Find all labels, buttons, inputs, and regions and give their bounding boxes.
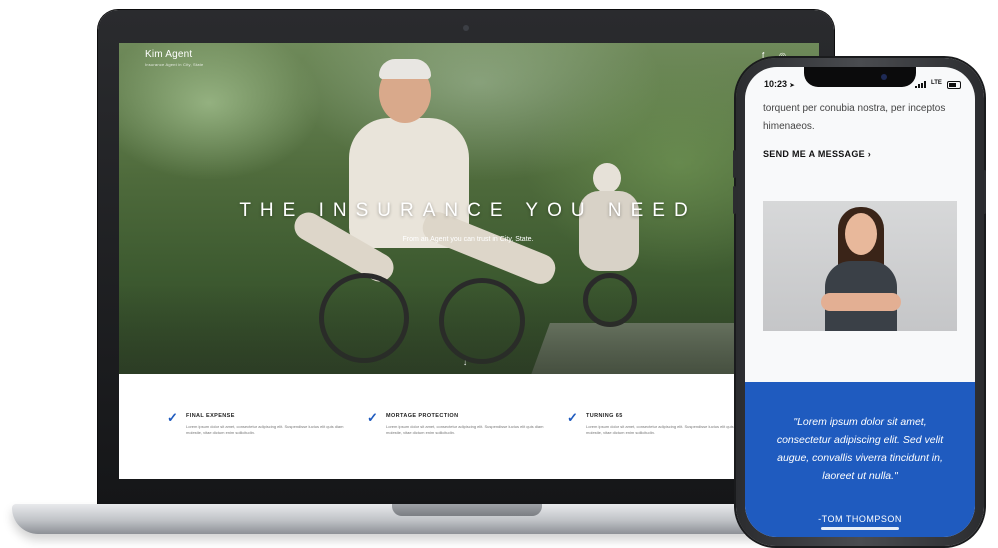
- feature-title: FINAL EXPENSE: [186, 413, 235, 419]
- hero-subtitle: From an Agent you can trust in City, Sta…: [402, 236, 534, 243]
- body-text: torquent per conubia nostra, per incepto…: [763, 103, 946, 132]
- testimonial-section: "Lorem ipsum dolor sit amet, consectetur…: [745, 382, 975, 537]
- arrow-down-icon[interactable]: ↓: [463, 358, 467, 367]
- phone-power-button: [983, 170, 986, 214]
- location-arrow-icon: ➤: [789, 83, 795, 89]
- features-section: ✓ FINAL EXPENSE Lorem ipsum dolor sit am…: [119, 374, 819, 479]
- battery-icon: [947, 81, 961, 89]
- brand-tagline: Insurance Agent in City, State: [145, 62, 204, 67]
- laptop-camera: [463, 25, 469, 31]
- laptop-screen: Kim Agent Insurance Agent in City, State…: [119, 43, 819, 479]
- laptop-notch: [392, 504, 542, 516]
- brand-name[interactable]: Kim Agent: [145, 49, 192, 60]
- feature-title: TURNING 65: [586, 413, 623, 419]
- check-icon: ✓: [367, 410, 378, 425]
- testimonial-quote: "Lorem ipsum dolor sit amet, consectetur…: [776, 416, 944, 482]
- phone-camera: [881, 74, 887, 80]
- signal-bars-icon: [915, 81, 927, 88]
- check-icon: ✓: [167, 410, 178, 425]
- hero-title: THE INSURANCE YOU NEED: [239, 200, 697, 221]
- status-time: 10:23 ➤: [764, 79, 795, 89]
- feature-description: Lorem ipsum dolor sit amet, consectetur …: [386, 424, 544, 435]
- phone-notch: [804, 67, 916, 87]
- feature-description: Lorem ipsum dolor sit amet, consectetur …: [186, 424, 344, 435]
- send-message-link[interactable]: SEND ME A MESSAGE ›: [763, 149, 871, 159]
- home-indicator[interactable]: [821, 527, 899, 530]
- hero-overlay: Kim Agent Insurance Agent in City, State…: [119, 43, 819, 374]
- feature-title: MORTAGE PROTECTION: [386, 413, 459, 419]
- phone-screen: 10:23 ➤ LTE torquent per conubia nostra,…: [745, 67, 975, 537]
- check-icon: ✓: [567, 410, 578, 425]
- agent-portrait: [763, 201, 957, 331]
- network-label: LTE: [931, 80, 942, 86]
- phone-volume-up-button: [733, 150, 736, 178]
- phone-volume-down-button: [733, 186, 736, 214]
- feature-description: Lorem ipsum dolor sit amet, consectetur …: [586, 424, 744, 435]
- testimonial-author: -TOM THOMPSON: [818, 514, 902, 524]
